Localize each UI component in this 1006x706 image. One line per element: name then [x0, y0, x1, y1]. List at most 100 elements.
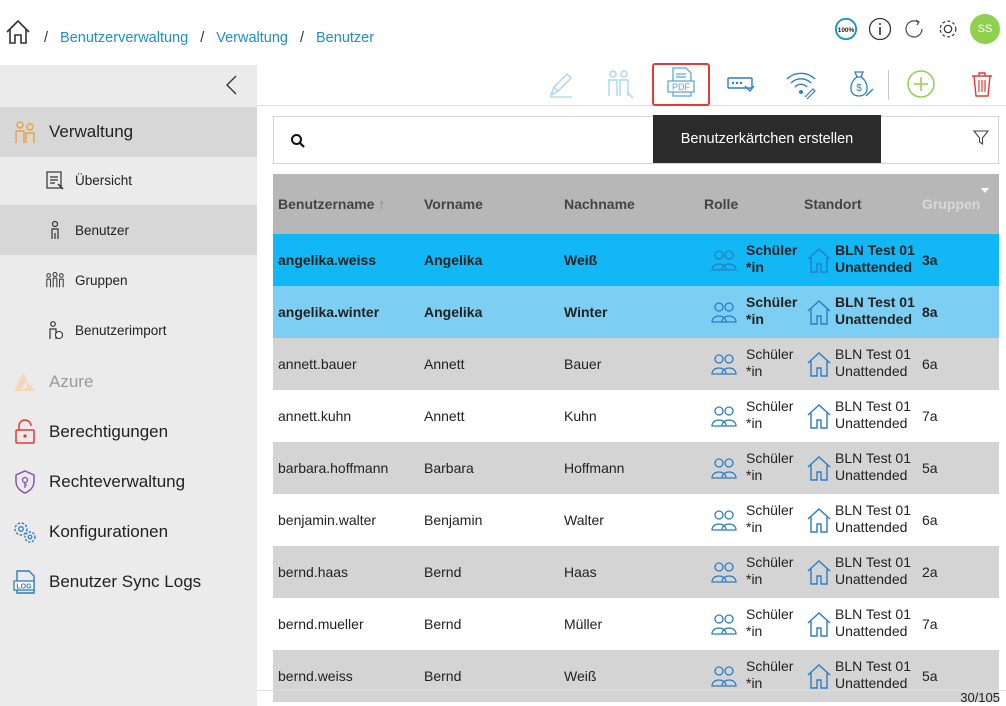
breadcrumb: / Benutzerverwaltung / Verwaltung / Benu… [44, 30, 375, 46]
cell-lastname: Weiß [564, 668, 597, 684]
cell-firstname: Annett [424, 408, 465, 424]
action-toolbar: PDF $ [257, 63, 1006, 106]
delete-button[interactable] [964, 69, 1000, 103]
groups-icon [45, 270, 65, 290]
cell-firstname: Bernd [424, 668, 462, 684]
sidebar-item-verwaltung[interactable]: Verwaltung [0, 107, 257, 157]
sidebar-item-uebersicht[interactable]: Übersicht [0, 155, 257, 205]
table-row[interactable]: bernd.haas Bernd Haas Schüler *in BLN Test 01… [273, 546, 999, 598]
sidebar-item-label: Benutzerimport [75, 322, 167, 338]
table-row[interactable]: barbara.hoffmann Barbara Hoffmann Schüler *i… [273, 442, 999, 494]
cell-username: angelika.weiss [278, 252, 377, 268]
breadcrumb-item-benutzer[interactable]: Benutzer [316, 30, 374, 46]
sidebar-item-label: Konfigurationen [49, 522, 169, 541]
gears-icon [12, 519, 38, 545]
column-header-lastname[interactable]: Nachname [564, 196, 635, 212]
cell-role: Schüler *in [746, 294, 798, 327]
role-student-icon [710, 350, 738, 378]
sidebar-item-label: Benutzer Sync Logs [49, 572, 202, 591]
table-row[interactable]: angelika.weiss Angelika Weiß Schüler *in BLN … [273, 234, 999, 286]
manage-users-button[interactable] [601, 69, 637, 103]
search-input[interactable] [314, 127, 654, 153]
sidebar-item-berechtigungen[interactable]: Berechtigungen [0, 407, 257, 457]
cell-location: BLN Test 01 Unattended [835, 398, 912, 431]
sidebar-item-label: Azure [49, 372, 94, 391]
cell-username: angelika.winter [278, 304, 380, 320]
cell-firstname: Benjamin [424, 512, 483, 528]
trash-icon [970, 70, 994, 103]
users-table: Benutzername ↑ Vorname Nachname Rolle St… [273, 174, 999, 702]
column-header-location[interactable]: Standort [804, 196, 862, 212]
table-row[interactable]: bernd.mueller Bernd Müller Schüler *in BLN Te… [273, 598, 999, 650]
zoom-badge[interactable]: 100% [834, 17, 858, 41]
svg-text:100%: 100% [838, 27, 855, 34]
cell-username: benjamin.walter [278, 512, 377, 528]
overview-list-icon [45, 170, 65, 190]
cell-username: barbara.hoffmann [278, 460, 389, 476]
cell-location: BLN Test 01 Unattended [835, 294, 915, 327]
svg-text:LOG: LOG [16, 584, 32, 591]
create-user-cards-button[interactable]: PDF [652, 63, 710, 106]
refresh-icon[interactable] [902, 17, 926, 41]
sidebar-item-konfigurationen[interactable]: Konfigurationen [0, 507, 257, 557]
table-row[interactable]: benjamin.walter Benjamin Walter Schüler *in B… [273, 494, 999, 546]
location-home-icon [806, 402, 834, 430]
budget-button[interactable]: $ [842, 69, 878, 103]
table-row[interactable]: bernd.weiss Bernd Weiß Schüler *in BLN Test 0… [273, 650, 999, 702]
money-bag-icon: $ [844, 68, 876, 105]
cell-lastname: Müller [564, 616, 603, 632]
table-row[interactable]: annett.bauer Annett Bauer Schüler *in BLN Tes… [273, 338, 999, 390]
column-header-firstname[interactable]: Vorname [424, 196, 483, 212]
sidebar-item-azure[interactable]: Azure [0, 357, 257, 407]
table-row[interactable]: angelika.winter Angelika Winter Schüler *in B… [273, 286, 999, 338]
cell-username: bernd.haas [278, 564, 349, 580]
wifi-settings-button[interactable] [783, 69, 819, 103]
azure-icon [12, 369, 38, 395]
avatar[interactable]: SS [970, 14, 1000, 44]
sidebar-item-benutzerimport[interactable]: Benutzerimport [0, 305, 257, 355]
cell-username: bernd.mueller [278, 616, 364, 632]
cell-firstname: Annett [424, 356, 465, 372]
sidebar-item-benutzer[interactable]: Benutzer [0, 205, 257, 255]
table-row[interactable]: annett.kuhn Annett Kuhn Schüler *in BLN Test … [273, 390, 999, 442]
breadcrumb-item-benutzerverwaltung[interactable]: Benutzerverwaltung [60, 30, 188, 46]
column-header-username[interactable]: Benutzername ↑ [278, 196, 385, 212]
pencil-icon [546, 69, 576, 104]
role-student-icon [710, 246, 738, 274]
column-menu-icon[interactable] [981, 188, 989, 193]
home-icon[interactable] [4, 18, 32, 46]
cell-lastname: Haas [564, 564, 597, 580]
column-header-role[interactable]: Rolle [704, 196, 738, 212]
edit-button[interactable] [543, 69, 579, 103]
cell-location: BLN Test 01 Unattended [835, 554, 912, 587]
collapse-sidebar-icon[interactable] [224, 75, 240, 95]
sidebar-item-label: Rechteverwaltung [49, 472, 186, 491]
cell-groups: 7a [922, 408, 938, 424]
location-home-icon [806, 558, 834, 586]
table-header: Benutzername ↑ Vorname Nachname Rolle St… [273, 174, 999, 234]
shield-icon [12, 469, 38, 495]
sidebar-item-label: Verwaltung [49, 122, 134, 141]
location-home-icon [806, 506, 834, 534]
add-user-button[interactable] [903, 69, 939, 103]
cell-location: BLN Test 01 Unattended [835, 658, 912, 691]
cell-firstname: Angelika [424, 252, 483, 268]
sidebar-item-sync-logs[interactable]: LOG Benutzer Sync Logs [0, 557, 257, 607]
cell-firstname: Bernd [424, 616, 462, 632]
sidebar-item-rechteverwaltung[interactable]: Rechteverwaltung [0, 457, 257, 507]
location-home-icon [806, 246, 834, 274]
breadcrumb-item-verwaltung[interactable]: Verwaltung [216, 30, 288, 46]
pdf-icon: PDF [664, 65, 698, 104]
info-icon[interactable] [868, 17, 892, 41]
cell-lastname: Winter [564, 304, 608, 320]
svg-text:PDF: PDF [672, 82, 691, 92]
gear-icon[interactable] [936, 17, 960, 41]
cell-groups: 2a [922, 564, 938, 580]
filter-icon[interactable] [972, 130, 990, 146]
users-icon [603, 68, 635, 105]
sidebar-item-gruppen[interactable]: Gruppen [0, 255, 257, 305]
cell-location: BLN Test 01 Unattended [835, 346, 912, 379]
column-header-groups[interactable]: Gruppen [922, 196, 980, 212]
password-button[interactable] [723, 69, 759, 103]
cell-firstname: Barbara [424, 460, 474, 476]
